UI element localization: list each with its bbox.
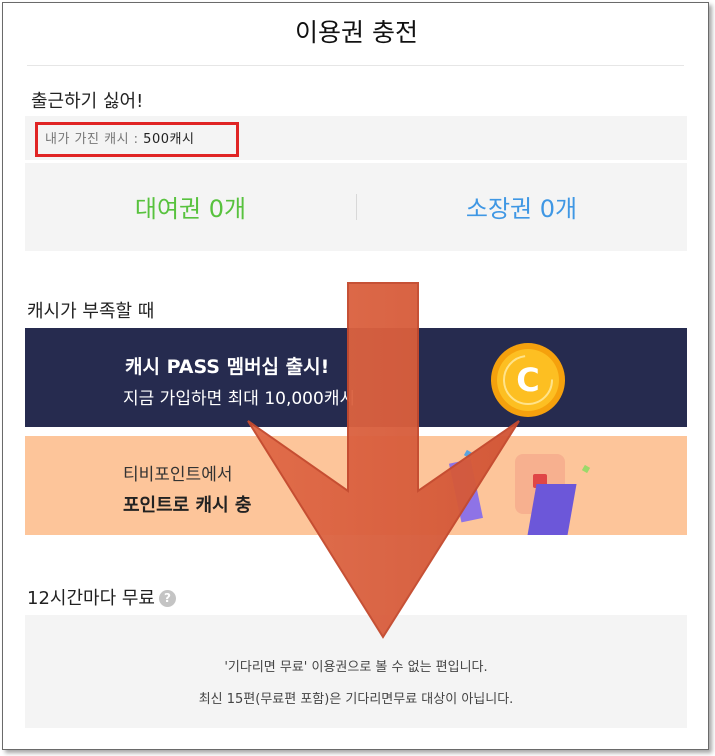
point-illustration — [448, 449, 591, 535]
cash-balance-row: 내가 가진 캐시 : 500캐시 — [25, 116, 687, 160]
point-banner-line1: 티비포인트에서 — [123, 465, 233, 485]
point-banner-line2: 포인트로 캐시 충 — [123, 495, 252, 516]
help-icon[interactable]: ? — [159, 590, 176, 607]
cash-balance-value: 500캐시 — [143, 132, 195, 147]
pass-banner-subtitle: 지금 가입하면 최대 10,000캐시 — [123, 389, 356, 409]
free-section-heading: 12시간마다 무료? — [27, 584, 176, 610]
free-notice-box: '기다리면 무료' 이용권으로 볼 수 없는 편입니다. 최신 15편(무료편 … — [25, 615, 687, 728]
owned-ticket-count[interactable]: 소장권 0개 — [356, 189, 687, 224]
free-notice-1: '기다리면 무료' 이용권으로 볼 수 없는 편입니다. — [224, 660, 488, 675]
tv-point-banner[interactable]: 티비포인트에서 포인트로 캐시 충 — [25, 436, 687, 535]
coin-c-icon: C — [491, 343, 565, 417]
page-title: 이용권 충전 — [295, 18, 418, 47]
header-divider — [27, 65, 684, 66]
rental-ticket-count[interactable]: 대여권 0개 — [25, 189, 356, 224]
free-section-label: 12시간마다 무료 — [27, 588, 155, 609]
pass-banner-title: 캐시 PASS 멤버십 출시! — [125, 356, 330, 378]
svg-text:C: C — [516, 361, 539, 399]
free-notice-2: 최신 15편(무료편 포함)은 기다리면무료 대상이 아닙니다. — [198, 692, 514, 707]
series-title: 출근하기 싫어! — [31, 91, 144, 112]
app-window: 이용권 충전 출근하기 싫어! 내가 가진 캐시 : 500캐시 대여권 0개 … — [2, 2, 709, 750]
cash-balance-highlight: 내가 가진 캐시 : 500캐시 — [35, 122, 239, 157]
ticket-summary: 대여권 0개 소장권 0개 — [25, 163, 687, 251]
cash-balance-label: 내가 가진 캐시 : — [45, 132, 144, 147]
cash-shortage-heading: 캐시가 부족할 때 — [27, 301, 155, 322]
cash-pass-banner[interactable]: 캐시 PASS 멤버십 출시! 지금 가입하면 최대 10,000캐시 C — [25, 328, 687, 427]
